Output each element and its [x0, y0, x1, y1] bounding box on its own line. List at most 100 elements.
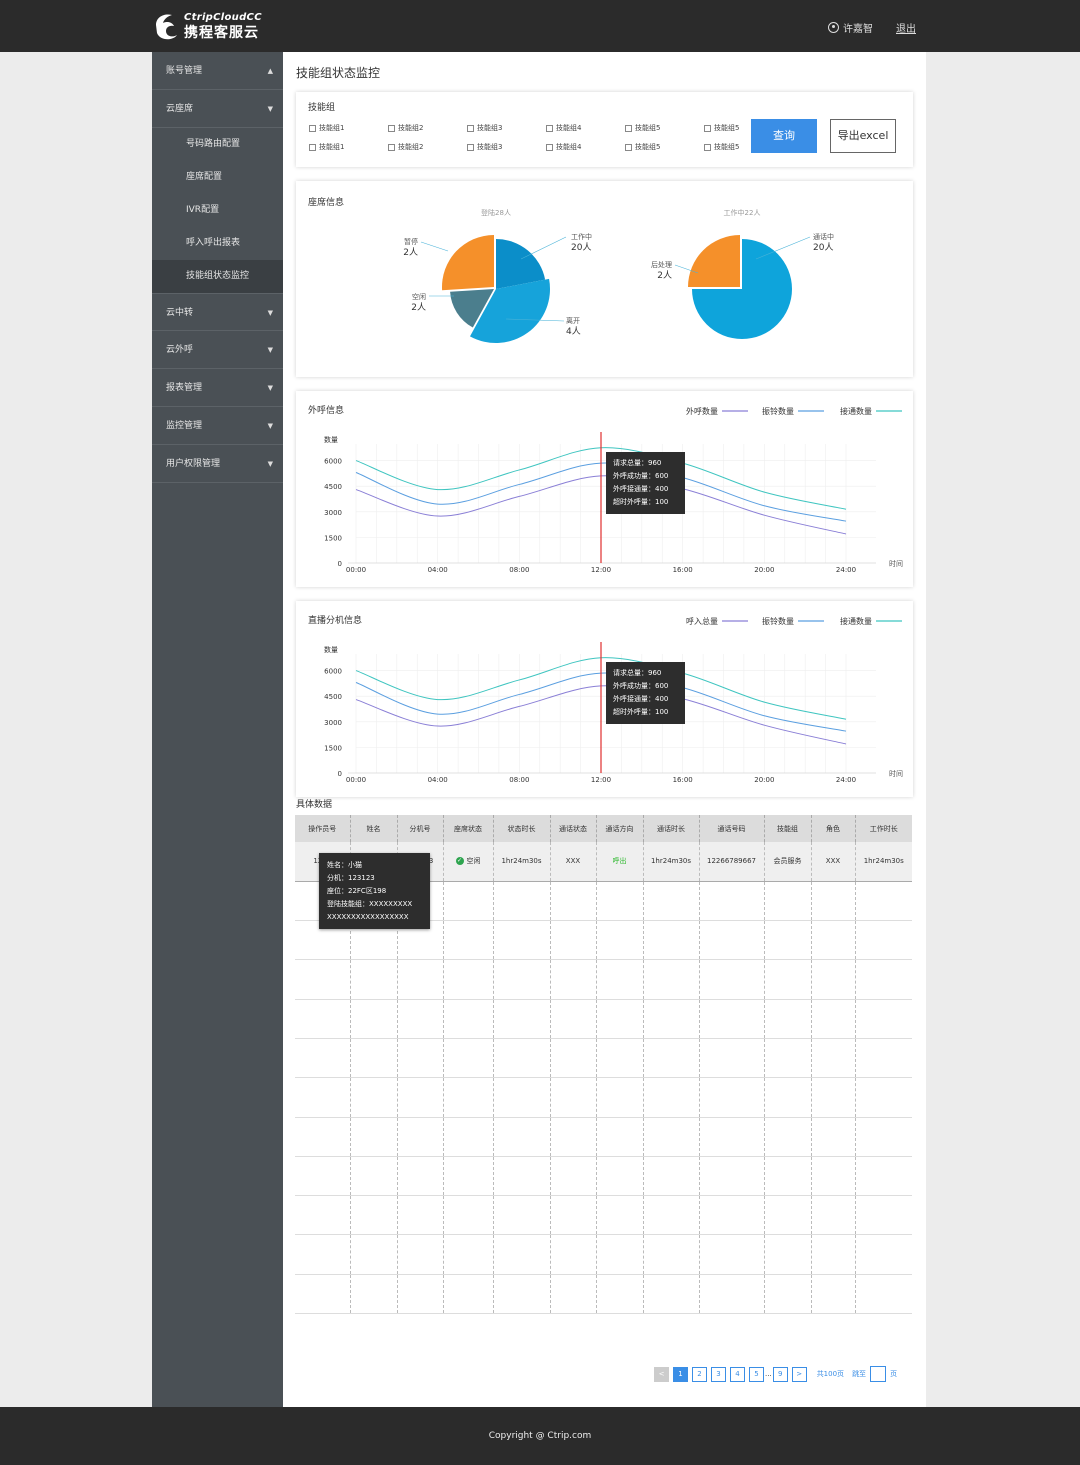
table-cell — [699, 959, 765, 1000]
table-cell — [550, 1077, 597, 1118]
sidebar-item-cloud-transfer[interactable]: 云中转 ▼ — [152, 293, 283, 331]
sidebar-item-cloud-outbound[interactable]: 云外呼 ▼ — [152, 331, 283, 369]
prev-page-button[interactable]: < — [654, 1366, 669, 1382]
page-button[interactable]: 9 — [772, 1366, 788, 1382]
sidebar-subitem-number-routing[interactable]: 号码路由配置 — [152, 128, 283, 161]
table-cell — [811, 1038, 856, 1079]
checkbox-box[interactable] — [388, 143, 395, 151]
chevron-down-icon: ▼ — [267, 346, 273, 354]
tooltip-line: 外呼成功量：600 — [613, 681, 668, 690]
table-cell — [443, 959, 494, 1000]
table-cell — [811, 999, 856, 1039]
table-cell — [493, 1156, 551, 1197]
sidebar-subitem-call-report[interactable]: 呼入呼出报表 — [152, 227, 283, 260]
table-cell — [811, 1234, 856, 1275]
page-button[interactable]: 3 — [711, 1366, 726, 1382]
table-cell — [295, 1234, 351, 1275]
skill-group-checkbox[interactable]: 技能组5 — [625, 123, 660, 133]
checkbox-box[interactable] — [704, 124, 711, 132]
skill-group-checkbox[interactable]: 技能组3 — [467, 123, 502, 133]
table-cell — [596, 1274, 644, 1315]
sidebar-subitem-ivr-config[interactable]: IVR配置 — [152, 194, 283, 227]
checkbox-box[interactable] — [704, 143, 711, 151]
checkbox-box[interactable] — [309, 143, 316, 151]
chevron-down-icon: ▼ — [267, 105, 273, 113]
x-tick-label: 04:00 — [428, 776, 448, 784]
sidebar-item-monitor[interactable]: 监控管理 ▼ — [152, 407, 283, 445]
skill-group-checkbox[interactable]: 技能组2 — [388, 123, 423, 133]
skill-group-checkbox[interactable]: 技能组5 — [704, 123, 739, 133]
checkbox-box[interactable] — [467, 143, 474, 151]
table-cell: 呼出 — [596, 842, 644, 882]
next-page-button[interactable]: > — [791, 1366, 807, 1382]
sidebar-item-reports[interactable]: 报表管理 ▼ — [152, 369, 283, 407]
table-cell — [855, 1274, 912, 1315]
export-excel-button[interactable]: 导出excel — [830, 119, 896, 153]
table-cell — [811, 881, 856, 922]
chart-title: 外呼信息 — [308, 404, 344, 416]
checkbox-box[interactable] — [546, 143, 553, 151]
page-button[interactable]: 1 — [673, 1366, 688, 1382]
pie-slice-count: 2人 — [657, 270, 672, 281]
skill-group-checkbox[interactable]: 技能组3 — [467, 142, 502, 152]
seat-info-title: 座席信息 — [308, 198, 345, 208]
skill-group-checkbox[interactable]: 技能组5 — [704, 142, 739, 152]
tooltip-line: 外呼接通量：400 — [613, 694, 668, 703]
table-cell — [350, 1038, 398, 1079]
pie-slice-label: 后处理 — [651, 260, 672, 269]
table-header-cell: 通话方向 — [596, 815, 644, 842]
skill-group-checkbox[interactable]: 技能组1 — [309, 142, 344, 152]
skill-group-checkbox[interactable]: 技能组2 — [388, 142, 423, 152]
checkbox-box[interactable] — [388, 124, 395, 132]
table-cell — [295, 959, 351, 1000]
page-button[interactable]: 4 — [730, 1366, 745, 1382]
x-tick-label: 12:00 — [591, 566, 611, 574]
table-cell: 会员服务 — [764, 842, 812, 882]
skill-group-checkbox[interactable]: 技能组4 — [546, 123, 581, 133]
page-unit-label: 页 — [890, 1370, 898, 1378]
table-row — [295, 1077, 912, 1118]
table-cell — [550, 959, 597, 1000]
user-name: 许嘉智 — [843, 24, 873, 35]
pie-slice-count: 20人 — [571, 242, 591, 253]
table-cell — [350, 1195, 398, 1236]
logout-link[interactable]: 退出 — [896, 20, 916, 35]
table-cell — [699, 881, 765, 922]
skill-group-checkbox[interactable]: 技能组1 — [309, 123, 344, 133]
sidebar-subitem-seat-config[interactable]: 座席配置 — [152, 161, 283, 194]
table-cell — [443, 1234, 494, 1275]
table-cell — [699, 1274, 765, 1315]
table-header-row: 操作员号 姓名 分机号 座席状态 状态时长 通话状态 通话方向 通话时长 通话号码 技能组 角色 工作… — [295, 815, 912, 842]
checkbox-box[interactable] — [309, 124, 316, 132]
page-button[interactable]: 5 — [749, 1366, 764, 1382]
tooltip-line: 超时外呼量：100 — [613, 707, 668, 716]
logo[interactable]: CtripCloudCC 携程客服云 — [152, 9, 262, 43]
sidebar-item-user-permission[interactable]: 用户权限管理 ▼ — [152, 445, 283, 483]
seat-status-text: 空闲 — [466, 857, 481, 866]
table-cell — [397, 999, 444, 1039]
checkbox-box[interactable] — [467, 124, 474, 132]
checkbox-box[interactable] — [546, 124, 553, 132]
sidebar-item-cloud-seat[interactable]: 云座席 ▼ — [152, 90, 283, 128]
table-cell — [699, 1156, 765, 1197]
pie-slice — [442, 235, 494, 291]
table-cell — [811, 920, 856, 961]
sidebar-item-account[interactable]: 账号管理 ▲ — [152, 52, 283, 90]
query-button[interactable]: 查询 — [751, 119, 817, 153]
jump-label: 跳至 — [852, 1370, 867, 1378]
tooltip-line: 请求总量：960 — [613, 458, 661, 467]
table-cell — [643, 1077, 700, 1118]
legend-label: 呼入总量 — [686, 616, 718, 626]
jump-page-input[interactable] — [870, 1366, 887, 1382]
table-cell — [493, 881, 551, 922]
skill-group-checkbox[interactable]: 技能组5 — [625, 142, 660, 152]
x-tick-label: 16:00 — [673, 776, 693, 784]
sidebar-subitem-skill-monitor[interactable]: 技能组状态监控 — [152, 260, 283, 293]
page-button[interactable]: 2 — [692, 1366, 707, 1382]
table-cell — [443, 1195, 494, 1236]
user-menu[interactable]: 许嘉智 — [828, 20, 873, 35]
table-cell — [493, 920, 551, 961]
checkbox-box[interactable] — [625, 143, 632, 151]
skill-group-checkbox[interactable]: 技能组4 — [546, 142, 581, 152]
checkbox-box[interactable] — [625, 124, 632, 132]
